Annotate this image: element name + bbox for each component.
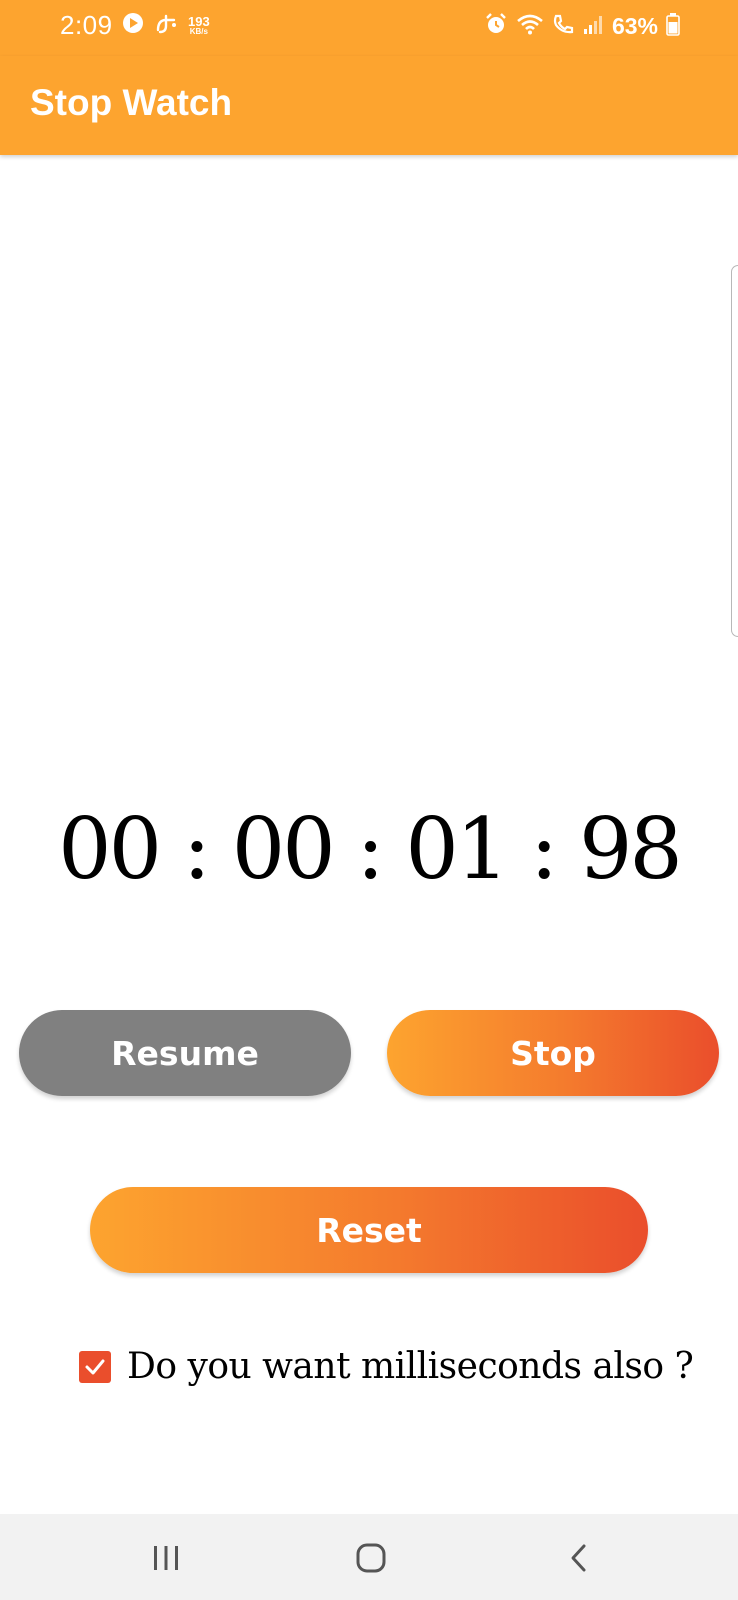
home-icon (356, 1543, 386, 1573)
status-bar: 2:09 193 KB/s 63% (0, 0, 738, 56)
timer-display: 00 : 00 : 01 : 98 (58, 800, 683, 898)
back-button[interactable] (556, 1536, 600, 1580)
stop-button[interactable]: Stop (387, 1010, 719, 1096)
home-button[interactable] (349, 1536, 393, 1580)
milliseconds-option[interactable]: Do you want milliseconds also ? (79, 1346, 694, 1387)
battery-percent: 63% (611, 13, 658, 39)
call-icon (552, 13, 574, 40)
milliseconds-checkbox[interactable] (79, 1350, 111, 1383)
check-icon (85, 1359, 105, 1374)
signal-icon (582, 13, 604, 40)
status-time: 2:09 (60, 10, 113, 40)
link-icon (154, 12, 178, 39)
back-icon (571, 1544, 586, 1572)
navigation-bar (0, 1514, 738, 1600)
battery-icon (666, 12, 680, 41)
wifi-icon (516, 13, 544, 40)
recents-button[interactable] (144, 1536, 188, 1580)
play-circle-icon (122, 12, 144, 39)
edge-panel-handle[interactable] (731, 265, 738, 637)
net-speed-unit: KB/s (189, 27, 208, 36)
recents-icon (154, 1546, 178, 1570)
reset-button[interactable]: Reset (90, 1187, 648, 1273)
alarm-icon (484, 12, 508, 41)
milliseconds-label: Do you want milliseconds also ? (127, 1346, 694, 1387)
app-title: Stop Watch (30, 82, 233, 123)
status-right-icons: 63% (484, 12, 680, 41)
resume-button[interactable]: Resume (19, 1010, 351, 1096)
app-bar: Stop Watch (0, 56, 738, 155)
net-speed: 193 KB/s (188, 15, 210, 36)
phone-screen: 2:09 193 KB/s 63% Stop Watch 00: 00: 0… (0, 0, 738, 1600)
status-left-icons: 193 KB/s (122, 12, 210, 39)
